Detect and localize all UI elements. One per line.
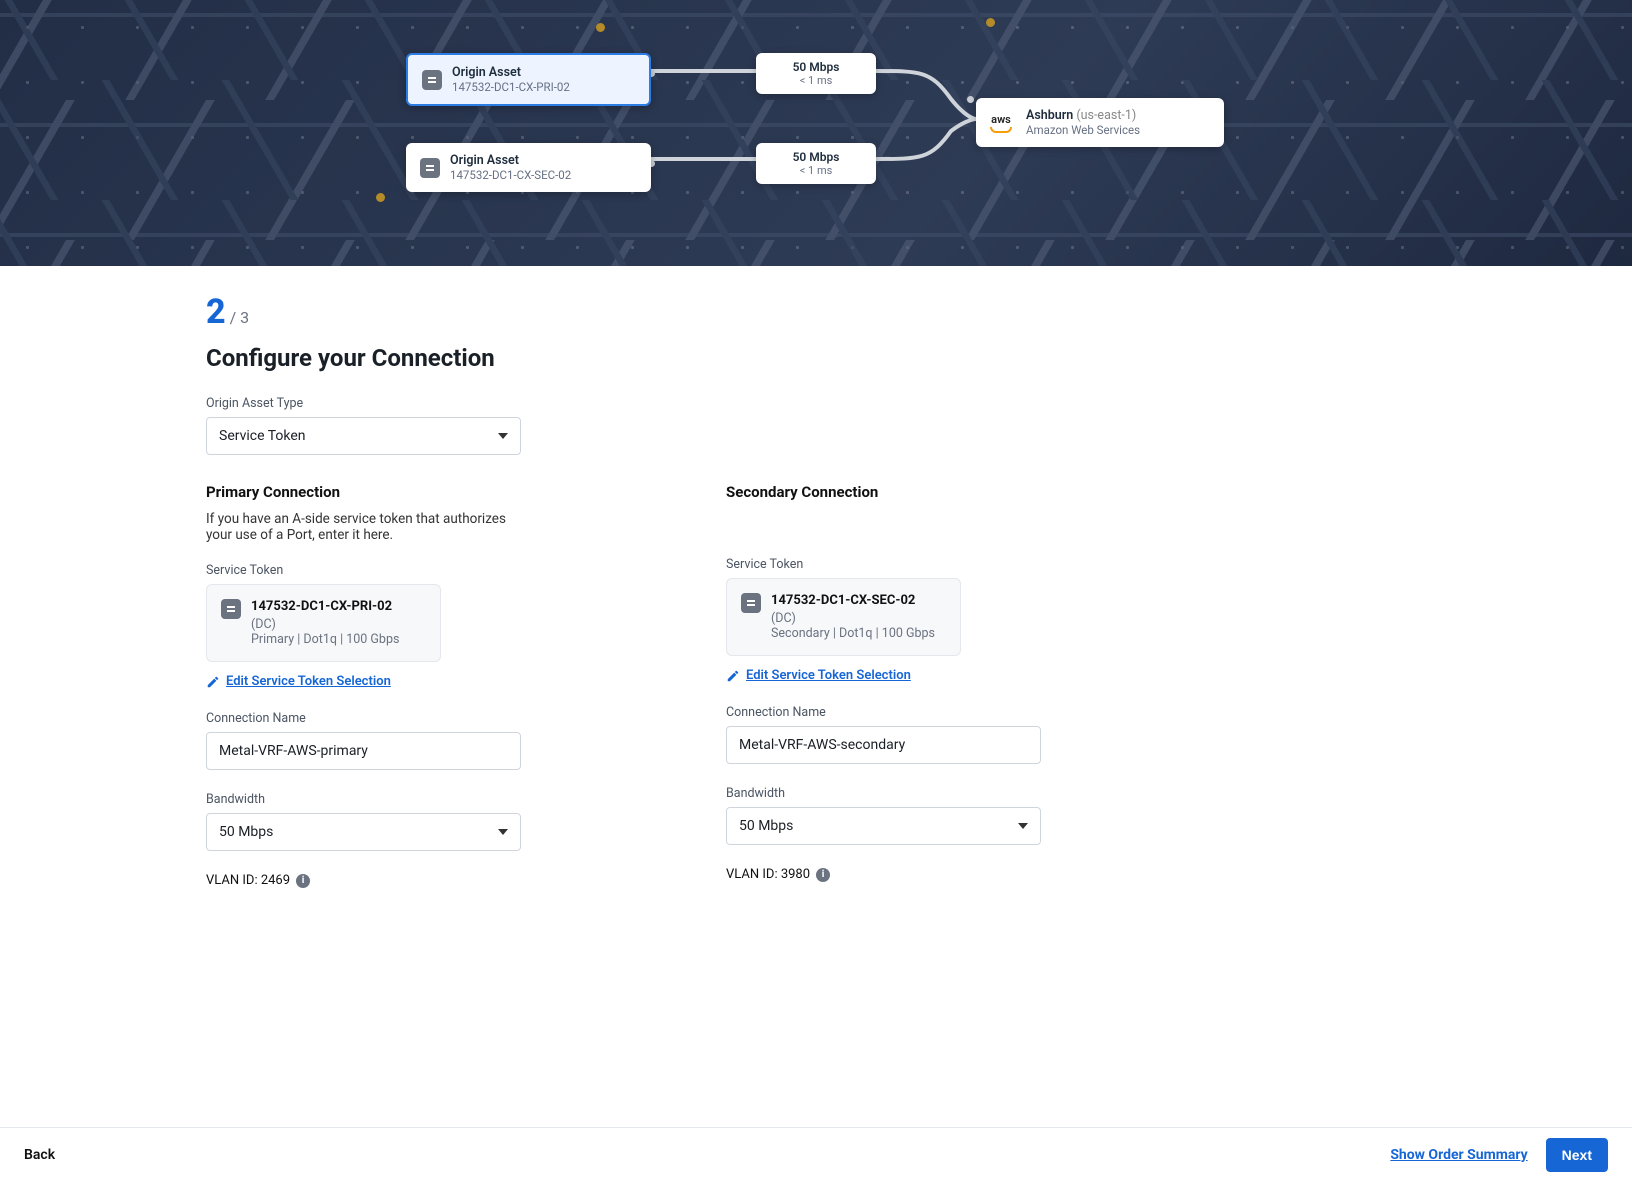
origin-card-secondary: Origin Asset 147532-DC1-CX-SEC-02 [406, 143, 651, 192]
decor-dot [596, 23, 605, 32]
hero-banner: Origin Asset 147532-DC1-CX-PRI-02 Origin… [0, 0, 1632, 266]
asset-icon [221, 599, 241, 619]
decor-dot [986, 18, 995, 27]
token-details: Secondary | Dot1q | 100 Gbps [771, 626, 935, 641]
edit-token-primary[interactable]: Edit Service Token Selection [206, 674, 526, 689]
origin-id: 147532-DC1-CX-SEC-02 [450, 168, 571, 182]
secondary-column: Secondary Connection Service Token 14753… [726, 483, 1046, 888]
latency-value: < 1 ms [800, 74, 833, 87]
chevron-down-icon [1018, 823, 1028, 829]
page-content: 2 / 3 Configure your Connection Origin A… [176, 266, 1456, 978]
next-button[interactable]: Next [1546, 1138, 1608, 1172]
connector-dot [967, 96, 974, 103]
secondary-bandwidth-label: Bandwidth [726, 786, 1046, 801]
secondary-conn-name-input[interactable]: Metal-VRF-AWS-secondary [726, 726, 1041, 764]
primary-bandwidth-label: Bandwidth [206, 792, 526, 807]
back-button[interactable]: Back [24, 1147, 55, 1163]
speed-card-primary: 50 Mbps < 1 ms [756, 53, 876, 94]
latency-value: < 1 ms [800, 164, 833, 177]
primary-hint: If you have an A-side service token that… [206, 511, 526, 543]
chevron-down-icon [498, 433, 508, 439]
origin-type-label: Origin Asset Type [206, 396, 1426, 411]
asset-icon [741, 593, 761, 613]
speed-card-secondary: 50 Mbps < 1 ms [756, 143, 876, 184]
primary-conn-name-label: Connection Name [206, 711, 526, 726]
token-loc: (DC) [251, 617, 399, 632]
secondary-token-card: 147532-DC1-CX-SEC-02 (DC) Secondary | Do… [726, 578, 961, 656]
page-title: Configure your Connection [206, 344, 1426, 372]
token-loc: (DC) [771, 611, 935, 626]
primary-bandwidth-select[interactable]: 50 Mbps [206, 813, 521, 851]
info-icon[interactable]: i [816, 868, 830, 882]
token-details: Primary | Dot1q | 100 Gbps [251, 632, 399, 647]
asset-icon [422, 70, 442, 90]
primary-heading: Primary Connection [206, 483, 526, 501]
step-current: 2 [206, 292, 226, 332]
pencil-icon [206, 675, 220, 689]
origin-title: Origin Asset [450, 153, 571, 168]
speed-value: 50 Mbps [793, 150, 840, 164]
secondary-conn-name-label: Connection Name [726, 705, 1046, 720]
primary-conn-name-input[interactable]: Metal-VRF-AWS-primary [206, 732, 521, 770]
token-name: 147532-DC1-CX-SEC-02 [771, 593, 935, 608]
pencil-icon [726, 669, 740, 683]
secondary-bandwidth-select[interactable]: 50 Mbps [726, 807, 1041, 845]
footer-bar: Back Show Order Summary Next [0, 1127, 1632, 1181]
decor-dot [376, 193, 385, 202]
origin-type-select[interactable]: Service Token [206, 417, 521, 455]
primary-column: Primary Connection If you have an A-side… [206, 483, 526, 888]
show-order-summary-link[interactable]: Show Order Summary [1390, 1147, 1527, 1163]
secondary-vlan: VLAN ID: 3980 i [726, 867, 1046, 882]
aws-icon: aws [990, 113, 1012, 133]
primary-vlan: VLAN ID: 2469 i [206, 873, 526, 888]
origin-title: Origin Asset [452, 65, 570, 80]
token-name: 147532-DC1-CX-PRI-02 [251, 599, 399, 614]
asset-icon [420, 158, 440, 178]
destination-card: aws Ashburn (us-east-1) Amazon Web Servi… [976, 98, 1224, 147]
primary-token-label: Service Token [206, 563, 526, 578]
dest-name: Ashburn (us-east-1) [1026, 108, 1140, 123]
secondary-heading: Secondary Connection [726, 483, 1046, 501]
info-icon[interactable]: i [296, 874, 310, 888]
step-indicator: 2 / 3 [206, 292, 1426, 332]
chevron-down-icon [498, 829, 508, 835]
step-total: / 3 [230, 308, 250, 327]
secondary-token-label: Service Token [726, 557, 1046, 572]
dest-provider: Amazon Web Services [1026, 123, 1140, 137]
primary-token-card: 147532-DC1-CX-PRI-02 (DC) Primary | Dot1… [206, 584, 441, 662]
edit-token-secondary[interactable]: Edit Service Token Selection [726, 668, 1046, 683]
origin-id: 147532-DC1-CX-PRI-02 [452, 80, 570, 94]
origin-card-primary: Origin Asset 147532-DC1-CX-PRI-02 [406, 53, 651, 106]
origin-type-value: Service Token [219, 428, 306, 444]
speed-value: 50 Mbps [793, 60, 840, 74]
